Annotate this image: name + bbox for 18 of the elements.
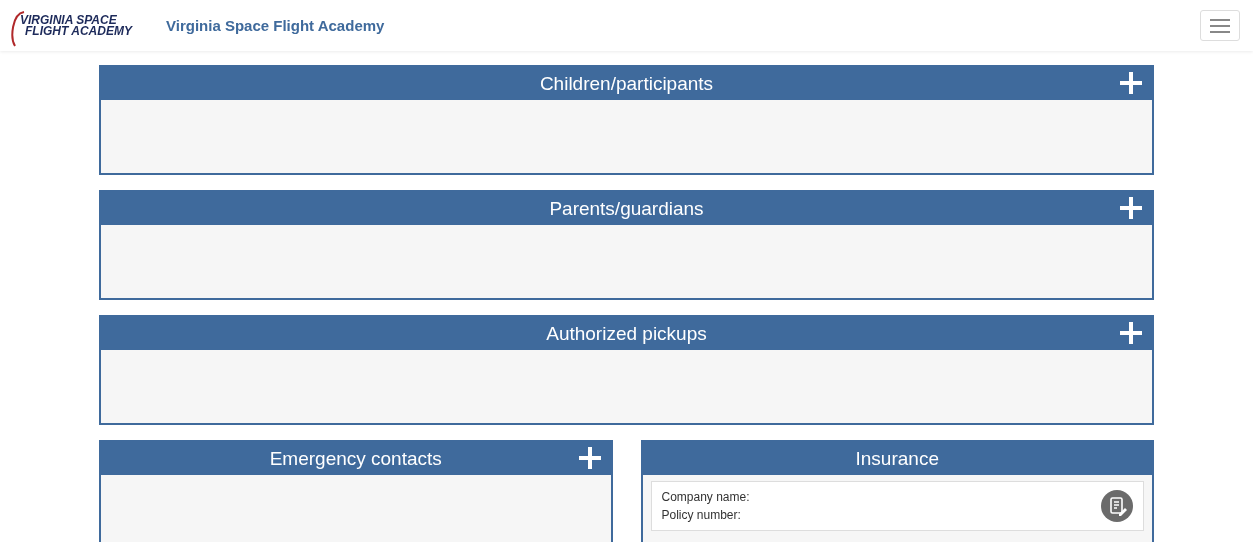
edit-icon[interactable]: [1101, 490, 1133, 522]
panel-title: Emergency contacts: [269, 447, 442, 470]
menu-button[interactable]: [1200, 10, 1240, 41]
panel-title: Children/participants: [539, 72, 714, 95]
brand-link[interactable]: Virginia Space Flight Academy: [166, 17, 385, 34]
menu-icon: [1210, 18, 1230, 33]
add-icon[interactable]: [578, 447, 601, 469]
field-label: Company name:: [661, 490, 750, 504]
panel-title: Authorized pickups: [546, 322, 707, 345]
add-icon[interactable]: [1120, 197, 1142, 219]
panel-title: Parents/guardians: [549, 197, 704, 220]
logo-text: FLIGHT ACADEMY: [25, 25, 134, 37]
field-label: Policy number:: [661, 508, 742, 522]
logo-text: VIRGINIA SPACE: [20, 14, 117, 26]
add-icon[interactable]: [1120, 72, 1142, 94]
logo[interactable]: VIRGINIA SPACE FLIGHT ACADEMY: [10, 5, 146, 46]
add-icon[interactable]: [1120, 322, 1142, 344]
panel-title: Insurance: [855, 447, 939, 470]
